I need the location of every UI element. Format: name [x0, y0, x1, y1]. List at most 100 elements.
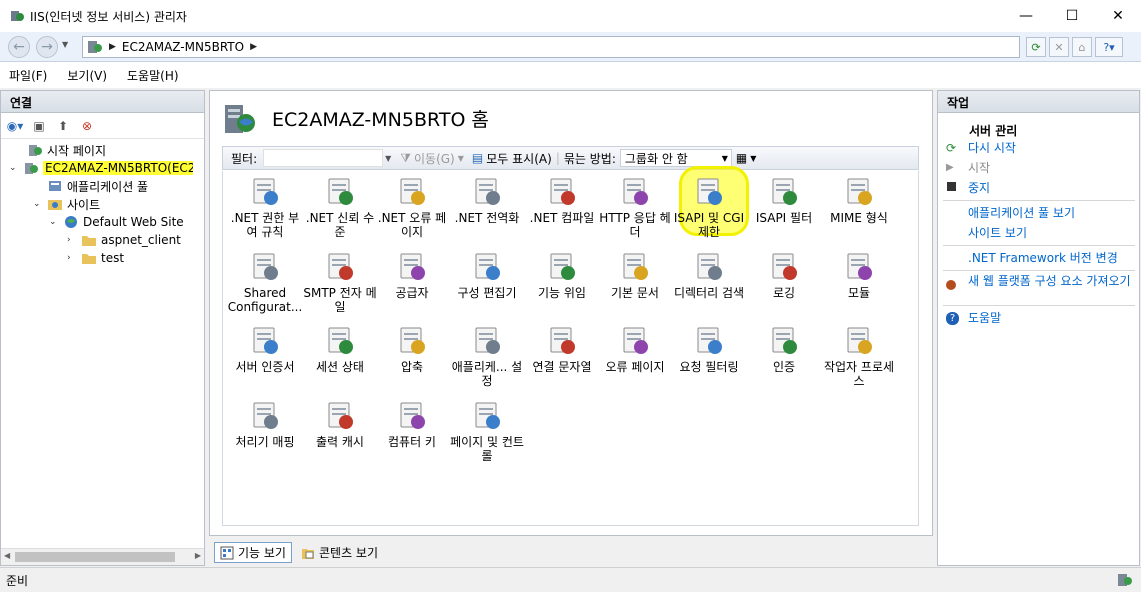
tree-label: aspnet_client: [101, 233, 181, 247]
feature-item[interactable]: 압축: [374, 324, 450, 374]
restart-link[interactable]: 다시 시작: [968, 141, 1136, 156]
feature-item[interactable]: 처리기 매핑: [227, 399, 303, 449]
feature-item[interactable]: 작업자 프로세스: [821, 324, 897, 388]
scroll-right-icon[interactable]: ▶: [195, 551, 201, 560]
feature-item[interactable]: HTTP 응답 헤더: [597, 175, 673, 239]
stop-link[interactable]: 중지: [968, 181, 1136, 196]
menu-file[interactable]: 파일(F): [9, 67, 47, 84]
feature-item[interactable]: 세션 상태: [302, 324, 378, 374]
feature-item[interactable]: 기능 위임: [524, 250, 600, 300]
tree-label: 사이트: [67, 197, 101, 212]
feature-label: 세션 상태: [316, 360, 364, 374]
minimize-button[interactable]: —: [1003, 0, 1049, 32]
stop-icon[interactable]: ✕: [1049, 37, 1069, 57]
help-link[interactable]: 도움말: [968, 311, 1136, 326]
feature-item[interactable]: 기본 문서: [597, 250, 673, 300]
menu-help[interactable]: 도움말(H): [127, 67, 179, 84]
back-button[interactable]: ←: [8, 36, 30, 58]
tree-label: 시작 페이지: [47, 143, 107, 158]
feature-item[interactable]: 페이지 및 컨트롤: [449, 399, 525, 463]
help-icon[interactable]: ?▾: [1095, 37, 1123, 57]
feature-item[interactable]: .NET 오류 페이지: [374, 175, 450, 239]
feature-item[interactable]: 연결 문자열: [524, 324, 600, 374]
collapse-icon[interactable]: ⌄: [33, 199, 43, 209]
feature-item[interactable]: 모듈: [821, 250, 897, 300]
feature-item[interactable]: .NET 컴파일: [524, 175, 600, 225]
feature-item[interactable]: .NET 권한 부여 규칙: [227, 175, 303, 239]
change-net-framework-link[interactable]: .NET Framework 버전 변경: [968, 251, 1136, 266]
scrollbar-thumb[interactable]: [15, 552, 175, 562]
save-icon[interactable]: ▣: [30, 117, 48, 135]
server-home-icon: [225, 105, 255, 133]
feature-label: 기본 문서: [611, 286, 659, 300]
menu-view[interactable]: 보기(V): [67, 67, 107, 84]
history-dropdown-icon[interactable]: ▼: [62, 40, 68, 49]
feature-item[interactable]: 애플리케... 설정: [449, 324, 525, 388]
feature-item[interactable]: 디렉터리 검색: [671, 250, 747, 300]
go-button[interactable]: ⧩ 이동(G) ▼: [400, 150, 464, 167]
filter-input[interactable]: [263, 149, 384, 167]
feature-label: 압축: [400, 360, 424, 374]
collapse-icon[interactable]: ⌄: [49, 217, 59, 227]
tab-content-view[interactable]: 콘텐츠 보기: [296, 542, 383, 563]
view-app-pools-link[interactable]: 애플리케이션 풀 보기: [968, 206, 1136, 221]
connect-icon[interactable]: ◉▾: [6, 117, 24, 135]
feature-item[interactable]: SMTP 전자 메일: [302, 250, 378, 314]
group-by-value: 그룹화 안 함: [624, 151, 688, 166]
collapse-icon[interactable]: ⌄: [9, 163, 19, 173]
tree-start-page[interactable]: 시작 페이지: [27, 141, 106, 159]
expand-icon[interactable]: ›: [67, 253, 77, 263]
feature-item[interactable]: 로깅: [746, 250, 822, 300]
feature-item[interactable]: 공급자: [374, 250, 450, 300]
tree-server[interactable]: ⌄ EC2AMAZ-MN5BRTO(EC2AMAZ-MN5BRTO\Admini…: [9, 159, 193, 177]
close-button[interactable]: ✕: [1095, 0, 1141, 32]
horizontal-scrollbar[interactable]: ◀ ▶: [1, 548, 204, 565]
get-platform-components-link[interactable]: 새 웹 플랫폼 구성 요소 가져오기: [968, 274, 1136, 289]
maximize-button[interactable]: ☐: [1049, 0, 1095, 32]
tree-app-pools[interactable]: 애플리케이션 풀: [47, 177, 148, 195]
feature-item[interactable]: Shared Configurat...: [227, 250, 303, 314]
feature-item[interactable]: 컴퓨터 키: [374, 399, 450, 449]
feature-item[interactable]: 오류 페이지: [597, 324, 673, 374]
disconnect-icon[interactable]: ⊗: [78, 117, 96, 135]
folder-icon: [82, 254, 96, 264]
up-icon[interactable]: ⬆: [54, 117, 72, 135]
tree-label: 애플리케이션 풀: [67, 179, 149, 194]
sites-folder-icon: [48, 200, 62, 210]
mime-icon: [847, 178, 872, 205]
tree-aspnet-client[interactable]: › aspnet_client: [67, 231, 181, 249]
breadcrumb-server[interactable]: EC2AMAZ-MN5BRTO: [122, 40, 244, 54]
group-by-select[interactable]: 그룹화 안 함 ▼: [619, 149, 732, 167]
feature-item[interactable]: 서버 인증서: [227, 324, 303, 374]
tree-sites[interactable]: ⌄ 사이트: [33, 195, 100, 213]
view-sites-link[interactable]: 사이트 보기: [968, 226, 1136, 241]
server-icon: [25, 163, 38, 174]
refresh-icon[interactable]: ⟳: [1026, 37, 1046, 57]
feature-item[interactable]: 구성 편집기: [449, 250, 525, 300]
tree-test[interactable]: › test: [67, 249, 124, 267]
home-icon[interactable]: ⌂: [1072, 37, 1092, 57]
feature-item[interactable]: 요청 필터링: [671, 324, 747, 374]
feature-item[interactable]: .NET 신뢰 수준: [302, 175, 378, 239]
feature-item[interactable]: MIME 형식: [821, 175, 897, 225]
show-all-button[interactable]: ▤ 모두 표시(A): [472, 150, 552, 167]
scroll-left-icon[interactable]: ◀: [4, 551, 10, 560]
start-link[interactable]: 시작: [968, 161, 1136, 176]
tree-default-web-site[interactable]: ⌄ Default Web Site: [49, 213, 184, 231]
feature-item[interactable]: ISAPI 및 CGI 제한: [671, 175, 747, 239]
feature-item[interactable]: 출력 캐시: [302, 399, 378, 449]
server-mgmt-heading: 서버 관리: [969, 124, 1018, 138]
tab-features-view[interactable]: 기능 보기: [214, 542, 292, 563]
dir-browse-icon: [697, 253, 722, 280]
feature-item[interactable]: 인증: [746, 324, 822, 374]
feature-item[interactable]: .NET 전역화: [449, 175, 525, 225]
breadcrumb-separator-icon[interactable]: ▶: [250, 42, 257, 52]
view-mode-button[interactable]: ▦ ▼: [736, 151, 757, 165]
address-bar[interactable]: ▶ EC2AMAZ-MN5BRTO ▶: [82, 36, 1020, 58]
forward-button[interactable]: →: [36, 36, 58, 58]
expand-icon[interactable]: ›: [67, 235, 77, 245]
filter-dropdown-icon[interactable]: ▼: [385, 154, 391, 163]
go-dropdown-icon[interactable]: ▼: [458, 154, 464, 163]
feature-item[interactable]: ISAPI 필터: [746, 175, 822, 225]
connections-toolbar: ◉▾ ▣ ⬆ ⊗: [1, 113, 204, 139]
